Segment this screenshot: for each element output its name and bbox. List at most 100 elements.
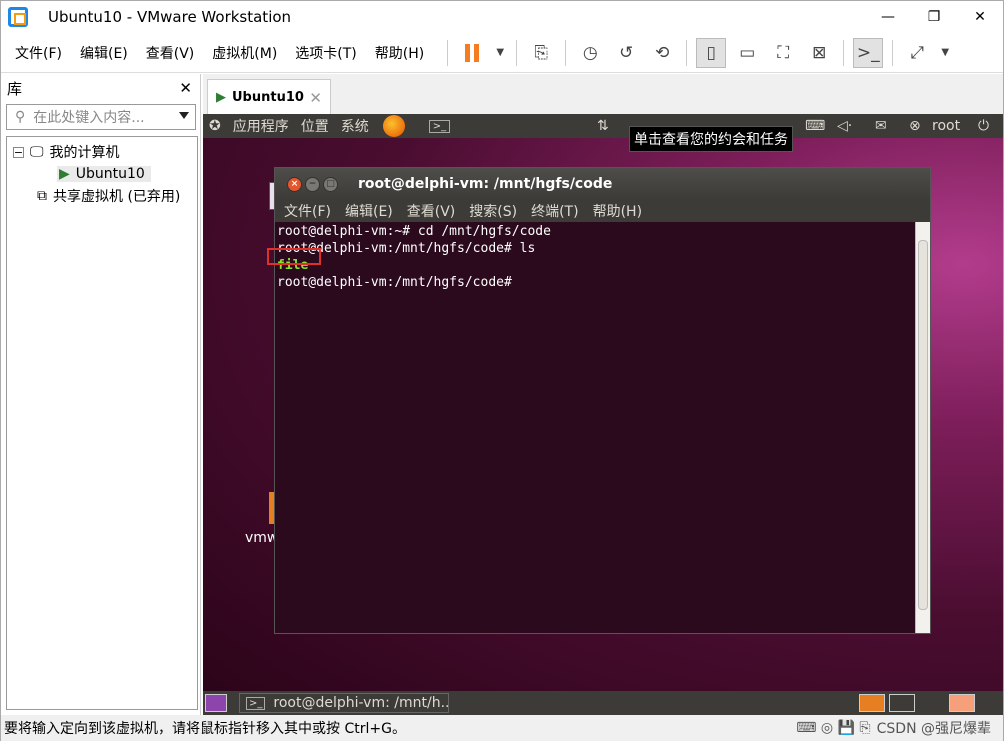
terminal-scrollbar[interactable] xyxy=(915,222,930,633)
menu-help[interactable]: 帮助(H) xyxy=(366,43,433,63)
terminal-menu-bar: 文件(F) 编辑(E) 查看(V) 搜索(S) 终端(T) 帮助(H) xyxy=(275,200,930,222)
unity-button[interactable]: ⊠ xyxy=(804,38,834,68)
title-bar: Ubuntu10 - VMware Workstation — ❐ ✕ xyxy=(1,1,1003,33)
vm-console[interactable]: ✪ 应用程序 位置 系统 >_ ⇅ ⌨ ◁· ✉ ⊗ root ⏻ 单击查看您的… xyxy=(203,114,1003,715)
menu-view[interactable]: 查看(V) xyxy=(137,43,204,63)
terminal-line: root@delphi-vm:/mnt/hgfs/code# xyxy=(277,275,512,290)
snapshot-manager-button[interactable]: ⟲ xyxy=(647,38,677,68)
library-title: 库 xyxy=(7,79,23,98)
show-desktop-icon[interactable] xyxy=(205,694,227,712)
clock-tooltip: 单击查看您的约会和任务 xyxy=(629,126,793,152)
computer-icon: 🖵 xyxy=(30,144,44,160)
terminal-menu-search[interactable]: 搜索(S) xyxy=(462,201,524,221)
tab-bar: ▶ Ubuntu10 ✕ xyxy=(203,74,1003,115)
terminal-menu-file[interactable]: 文件(F) xyxy=(277,201,338,221)
tree-label: Ubuntu10 xyxy=(75,166,145,182)
send-ctrl-alt-del-button[interactable]: ⎘ xyxy=(526,38,556,68)
terminal-line: root@delphi-vm:/mnt/hgfs/code# ls xyxy=(277,241,536,256)
vmware-window: Ubuntu10 - VMware Workstation — ❐ ✕ 文件(F… xyxy=(0,0,1004,741)
keyboard-icon[interactable]: ⌨ xyxy=(805,118,825,134)
stretch-button[interactable]: ⤢ xyxy=(902,38,932,68)
search-dropdown-icon[interactable] xyxy=(179,112,189,119)
terminal-titlebar: × − □ root@delphi-vm: /mnt/hgfs/code xyxy=(275,168,930,200)
thumbnail-bar-button[interactable]: ▭ xyxy=(732,38,762,68)
menu-bar: 文件(F) 编辑(E) 查看(V) 虚拟机(M) 选项卡(T) 帮助(H) ▼ … xyxy=(1,33,1003,73)
library-panel: 库 ✕ ⚲ 在此处键入内容... − 🖵 我的计算机 ▶ Ubuntu10 ⧉ 共… xyxy=(1,74,201,715)
menu-places[interactable]: 位置 xyxy=(301,116,329,136)
terminal-line-file: file xyxy=(277,258,309,273)
terminal-launcher-icon[interactable]: >_ xyxy=(428,119,451,133)
firefox-icon[interactable] xyxy=(382,115,405,137)
network-icon[interactable]: ⇅ xyxy=(597,118,609,134)
pause-button[interactable] xyxy=(457,38,487,68)
terminal-maximize-button[interactable]: □ xyxy=(323,176,338,192)
window-title: Ubuntu10 - VMware Workstation xyxy=(48,8,292,26)
terminal-close-button[interactable]: × xyxy=(287,176,302,192)
show-library-button[interactable]: ▯ xyxy=(696,37,727,68)
scrollbar-thumb[interactable] xyxy=(918,240,928,610)
tab-ubuntu10[interactable]: ▶ Ubuntu10 ✕ xyxy=(207,79,331,115)
menu-vm[interactable]: 虚拟机(M) xyxy=(203,43,286,63)
terminal-output[interactable]: root@delphi-vm:~# cd /mnt/hgfs/code root… xyxy=(267,222,916,633)
library-tree: − 🖵 我的计算机 ▶ Ubuntu10 ⧉ 共享虚拟机 (已弃用) xyxy=(6,136,198,710)
watermark: CSDN @强尼爆辈 xyxy=(876,721,991,737)
maximize-button[interactable]: ❐ xyxy=(911,1,957,33)
terminal-menu-edit[interactable]: 编辑(E) xyxy=(338,201,400,221)
tree-label: 我的计算机 xyxy=(49,145,120,161)
minimize-button[interactable]: — xyxy=(865,1,911,33)
pause-icon xyxy=(465,43,480,62)
terminal-menu-help[interactable]: 帮助(H) xyxy=(586,201,649,221)
volume-icon[interactable]: ◁· xyxy=(837,118,852,134)
menu-system[interactable]: 系统 xyxy=(341,116,369,136)
close-tab-icon[interactable]: ✕ xyxy=(309,89,322,107)
terminal-small-icon: >_ xyxy=(246,696,266,710)
ubuntu-logo-icon: ✪ xyxy=(209,118,221,134)
gnome-bottom-panel: >_ root@delphi-vm: /mnt/h... xyxy=(203,691,1003,715)
tree-item-shared-vms[interactable]: ⧉ 共享虚拟机 (已弃用) xyxy=(7,185,197,207)
chevron-down-icon[interactable]: ▼ xyxy=(493,38,507,68)
trash-icon[interactable] xyxy=(949,694,975,712)
menu-edit[interactable]: 编辑(E) xyxy=(71,43,137,63)
menu-applications[interactable]: 应用程序 xyxy=(233,116,289,136)
menu-file[interactable]: 文件(F) xyxy=(6,43,71,63)
snapshot-button[interactable]: ◷ xyxy=(575,38,605,68)
shared-vm-icon: ⧉ xyxy=(37,188,47,204)
library-search-input[interactable]: ⚲ 在此处键入内容... xyxy=(6,104,196,130)
tree-label: 共享虚拟机 (已弃用) xyxy=(53,189,181,205)
terminal-menu-view[interactable]: 查看(V) xyxy=(400,201,463,221)
status-text: 要将输入定向到该虚拟机，请将鼠标指针移入其中或按 Ctrl+G。 xyxy=(4,721,406,737)
revert-snapshot-button[interactable]: ↺ xyxy=(611,38,641,68)
search-icon: ⚲ xyxy=(15,109,26,125)
taskbar-label: root@delphi-vm: /mnt/h... xyxy=(273,695,449,711)
terminal-title: root@delphi-vm: /mnt/hgfs/code xyxy=(358,176,613,192)
status-bar: 要将输入定向到该虚拟机，请将鼠标指针移入其中或按 Ctrl+G。 ⌨ ◎ 💾 ⎘… xyxy=(1,715,1003,741)
user-name[interactable]: root xyxy=(932,118,960,134)
menu-tabs[interactable]: 选项卡(T) xyxy=(286,43,365,63)
terminal-minimize-button[interactable]: − xyxy=(305,176,320,192)
tree-item-my-computer[interactable]: − 🖵 我的计算机 xyxy=(7,141,197,163)
device-icons[interactable]: ⌨ ◎ 💾 ⎘ xyxy=(796,720,870,736)
collapse-icon[interactable]: − xyxy=(13,146,24,159)
terminal-window[interactable]: × − □ root@delphi-vm: /mnt/hgfs/code 文件(… xyxy=(267,167,931,634)
vm-tab-icon: ▶ xyxy=(216,90,226,105)
workspace-1[interactable] xyxy=(859,694,885,712)
highlight-box xyxy=(267,248,321,265)
workspace-2[interactable] xyxy=(889,694,915,712)
close-button[interactable]: ✕ xyxy=(957,1,1003,33)
console-view-button[interactable]: >_ xyxy=(853,37,884,68)
gnome-top-panel: ✪ 应用程序 位置 系统 >_ ⇅ ⌨ ◁· ✉ ⊗ root ⏻ xyxy=(203,114,1003,138)
taskbar-terminal[interactable]: >_ root@delphi-vm: /mnt/h... xyxy=(239,693,449,713)
vmware-logo-icon xyxy=(8,7,28,27)
terminal-line: root@delphi-vm:~# cd /mnt/hgfs/code xyxy=(277,224,551,239)
search-placeholder: 在此处键入内容... xyxy=(33,110,145,126)
user-icon[interactable]: ⊗ xyxy=(909,118,921,134)
close-library-icon[interactable]: ✕ xyxy=(179,79,192,97)
tree-item-ubuntu10[interactable]: ▶ Ubuntu10 xyxy=(7,163,197,185)
vm-icon: ▶ xyxy=(59,166,70,182)
terminal-menu-terminal[interactable]: 终端(T) xyxy=(524,201,585,221)
tab-label: Ubuntu10 xyxy=(232,90,304,105)
stretch-dropdown-icon[interactable]: ▼ xyxy=(938,38,952,68)
full-screen-button[interactable]: ⛶ xyxy=(768,38,798,68)
power-icon[interactable]: ⏻ xyxy=(978,118,989,134)
mail-icon[interactable]: ✉ xyxy=(875,118,887,134)
